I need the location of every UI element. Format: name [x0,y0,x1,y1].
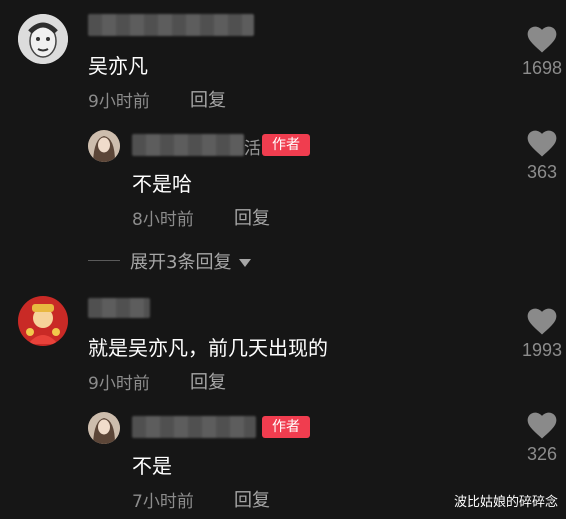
heart-icon [527,26,557,53]
expand-replies-button[interactable]: 展开3条回复 [130,248,252,274]
user-avatar[interactable] [18,14,68,64]
username-blurred[interactable] [132,416,256,438]
author-avatar-icon [88,130,120,162]
author-tag: 作者 [262,416,310,438]
user-avatar[interactable] [18,296,68,346]
author-avatar[interactable] [88,412,120,444]
like-count: 326 [526,444,558,464]
reply-button[interactable]: 回复 [190,86,226,112]
like-count: 1698 [521,58,563,78]
comment-text: 不是哈 [132,172,192,196]
like-button[interactable]: 1698 [512,26,566,79]
like-count: 1993 [521,340,563,360]
reply-button[interactable]: 回复 [234,486,270,512]
like-button[interactable]: 1993 [512,308,566,361]
watermark: 波比姑娘的碎碎念 [453,495,558,510]
author-tag: 作者 [262,134,310,156]
comment-time: 7小时前 [132,492,194,512]
comment-time: 9小时前 [88,374,150,394]
username-blurred[interactable] [88,298,150,318]
man-face-avatar-icon [18,14,68,64]
comment-time: 8小时前 [132,210,194,230]
like-button[interactable]: 363 [512,130,566,183]
like-button[interactable]: 326 [512,412,566,465]
author-avatar[interactable] [88,130,120,162]
expand-replies-label: 展开3条回复 [130,252,232,273]
comment-text: 吴亦凡 [88,54,148,78]
chevron-down-icon [239,259,252,267]
author-avatar-icon [88,412,120,444]
comment-text: 就是吴亦凡，前几天出现的 [88,336,328,360]
reply-button[interactable]: 回复 [190,368,226,394]
username-tail: 活 [244,139,261,159]
expand-divider [88,260,120,261]
comment-time: 9小时前 [88,92,150,112]
username-blurred[interactable] [88,14,254,36]
like-count: 363 [526,162,558,182]
username-blurred[interactable] [132,134,244,156]
reply-button[interactable]: 回复 [234,204,270,230]
comment-text: 不是 [132,454,172,478]
caishen-avatar-icon [18,296,68,346]
heart-icon [527,130,557,157]
heart-icon [527,412,557,439]
heart-icon [527,308,557,335]
